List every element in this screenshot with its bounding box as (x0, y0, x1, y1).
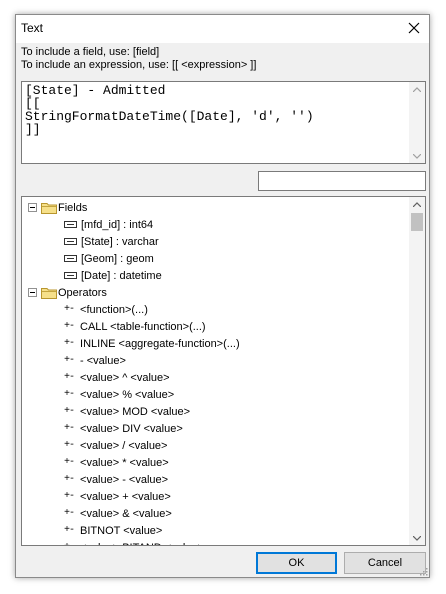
tree-operator-item[interactable]: +- BITNOT <value> (64, 522, 162, 539)
tree-field-item[interactable]: [Date] : datetime (64, 267, 162, 284)
operator-label: INLINE <aggregate-function>(...) (80, 337, 240, 350)
operator-icon: +- (64, 508, 75, 519)
tree-operator-item[interactable]: +- <value> & <value> (64, 505, 172, 522)
tree-scrollbar[interactable] (409, 197, 425, 545)
expression-scrollbar[interactable] (409, 82, 425, 163)
operator-label: <value> DIV <value> (80, 422, 183, 435)
text-dialog: Text To include a field, use: [field] To… (15, 14, 430, 578)
filter-input[interactable] (258, 171, 426, 191)
chevron-up-icon (413, 86, 421, 92)
tree-operator-item[interactable]: +- <function>(...) (64, 301, 148, 318)
tree-folder-operators[interactable]: Operators (28, 284, 107, 301)
tree-operator-item[interactable]: +- <value> % <value> (64, 386, 174, 403)
operator-icon: +- (64, 372, 75, 383)
tree-scroll-thumb[interactable] (411, 213, 423, 231)
ok-button[interactable]: OK (256, 552, 337, 574)
operator-label: <value> MOD <value> (80, 405, 191, 418)
operator-icon: +- (64, 423, 75, 434)
tree-folder-label: Operators (58, 286, 107, 299)
chevron-up-icon (413, 201, 421, 207)
tree-field-item[interactable]: [mfd_id] : int64 (64, 216, 153, 233)
expression-hint: To include an expression, use: [[ <expre… (21, 59, 257, 71)
field-label: [State] : varchar (81, 235, 159, 248)
close-button[interactable] (401, 16, 427, 40)
title-bar: Text (16, 15, 429, 43)
expression-editor[interactable]: [State] - Admitted [[ StringFormatDateTi… (21, 81, 426, 164)
field-hint: To include a field, use: [field] (21, 46, 160, 58)
field-label: [Geom] : geom (81, 252, 154, 265)
tree-field-item[interactable]: [Geom] : geom (64, 250, 154, 267)
tree-operator-item[interactable]: +- <value> BITAND <value> (64, 539, 204, 546)
folder-icon (41, 202, 57, 214)
dialog-title: Text (21, 21, 44, 35)
tree-folder-label: Fields (58, 201, 88, 214)
operator-icon: +- (64, 406, 75, 417)
operator-label: <value> ^ <value> (80, 371, 170, 384)
operator-label: <value> BITAND <value> (80, 542, 204, 546)
fields-operators-tree: Fields [mfd_id] : int64 [State] : varchar [… (21, 196, 426, 546)
operator-icon: +- (64, 304, 75, 315)
cancel-button[interactable]: Cancel (344, 552, 426, 574)
operator-label: <value> + <value> (80, 490, 171, 503)
field-icon (64, 255, 77, 262)
collapse-toggle-icon[interactable] (28, 203, 37, 212)
tree-operator-item[interactable]: +- <value> * <value> (64, 454, 169, 471)
tree-folder-fields[interactable]: Fields (28, 199, 87, 216)
operator-icon: +- (64, 457, 75, 468)
chevron-down-icon (413, 535, 421, 541)
field-label: [Date] : datetime (81, 269, 162, 282)
tree-operator-item[interactable]: +- <value> DIV <value> (64, 420, 183, 437)
tree-scroll-up-arrow[interactable] (409, 197, 425, 211)
operator-icon: +- (64, 338, 75, 349)
operator-icon: +- (64, 474, 75, 485)
folder-icon (41, 287, 57, 299)
operator-label: BITNOT <value> (80, 524, 163, 537)
operator-icon: +- (64, 355, 75, 366)
tree-operator-item[interactable]: +- - <value> (64, 352, 126, 369)
operator-label: <value> - <value> (80, 473, 169, 486)
field-label: [mfd_id] : int64 (81, 218, 154, 231)
operator-label: <value> & <value> (80, 507, 172, 520)
scroll-down-arrow[interactable] (409, 149, 425, 163)
tree-operator-item[interactable]: +- INLINE <aggregate-function>(...) (64, 335, 240, 352)
operator-label: <value> * <value> (80, 456, 169, 469)
operator-icon: +- (64, 542, 75, 545)
tree-scroll-down-arrow[interactable] (409, 531, 425, 545)
scroll-up-arrow[interactable] (409, 82, 425, 96)
operator-label: <value> % <value> (80, 388, 175, 401)
tree-operator-item[interactable]: +- <value> ^ <value> (64, 369, 170, 386)
operator-icon: +- (64, 321, 75, 332)
operator-label: CALL <table-function>(...) (80, 320, 206, 333)
operator-icon: +- (64, 491, 75, 502)
tree-operator-item[interactable]: +- <value> MOD <value> (64, 403, 190, 420)
tree-field-item[interactable]: [State] : varchar (64, 233, 159, 250)
resize-grip-icon[interactable] (418, 566, 428, 576)
collapse-toggle-icon[interactable] (28, 288, 37, 297)
operator-label: <value> / <value> (80, 439, 168, 452)
chevron-down-icon (413, 153, 421, 159)
expression-text[interactable]: [State] - Admitted [[ StringFormatDateTi… (25, 84, 314, 136)
tree-operator-item[interactable]: +- <value> - <value> (64, 471, 168, 488)
tree-operator-item[interactable]: +- <value> + <value> (64, 488, 171, 505)
field-icon (64, 272, 77, 279)
tree-operator-item[interactable]: +- CALL <table-function>(...) (64, 318, 206, 335)
field-icon (64, 238, 77, 245)
operator-icon: +- (64, 525, 75, 536)
operator-label: - <value> (80, 354, 126, 367)
field-icon (64, 221, 77, 228)
operator-icon: +- (64, 389, 75, 400)
tree-operator-item[interactable]: +- <value> / <value> (64, 437, 167, 454)
operator-icon: +- (64, 440, 75, 451)
close-icon (408, 22, 420, 34)
operator-label: <function>(...) (80, 303, 148, 316)
